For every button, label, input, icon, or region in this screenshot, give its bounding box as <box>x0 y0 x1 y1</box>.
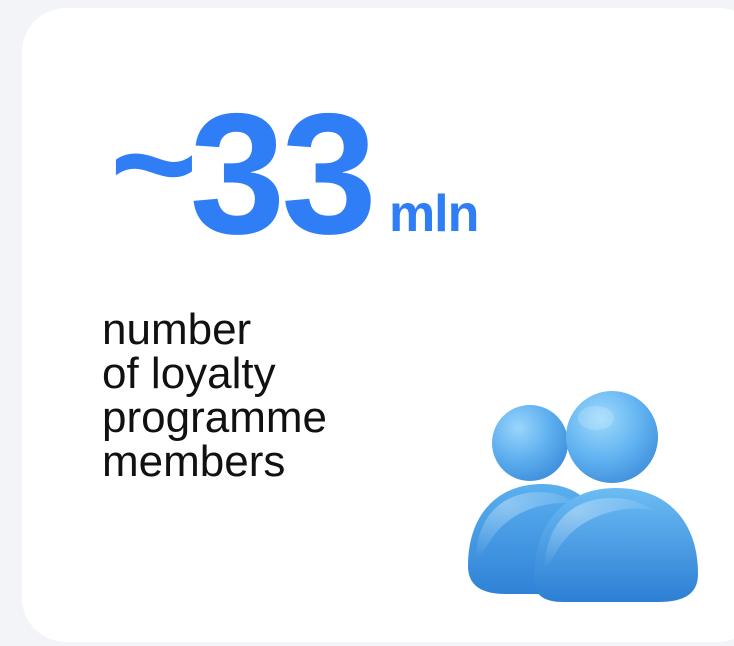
description-line: of loyalty <box>102 349 276 398</box>
users-icon <box>468 391 698 602</box>
description-line: programme <box>102 393 327 442</box>
stat-description: number of loyalty programme members <box>102 308 327 484</box>
stat-unit: mln <box>388 185 479 243</box>
stat-figure: ~ 33 mln <box>110 78 479 270</box>
stat-prefix: ~ <box>110 79 198 247</box>
stat-value: 33 <box>189 78 377 270</box>
description-line: members <box>102 437 286 486</box>
description-line: number <box>102 305 252 354</box>
